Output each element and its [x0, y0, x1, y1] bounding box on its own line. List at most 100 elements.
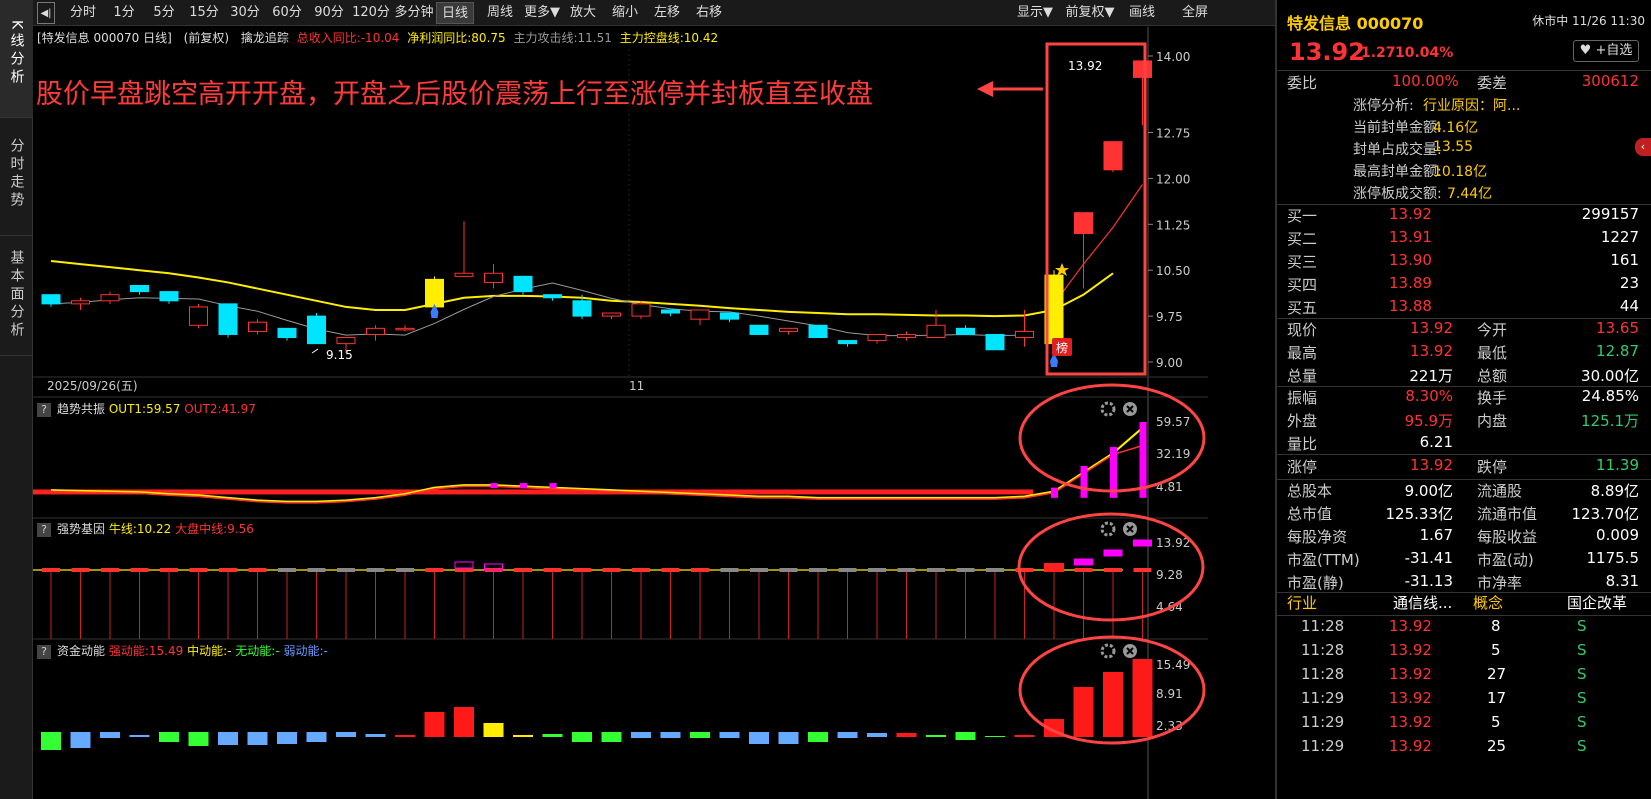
expand-panel-icon[interactable]: ‹ [1635, 138, 1651, 156]
p3-bar [926, 735, 946, 737]
p2-cap [71, 568, 90, 572]
tab-timeshare[interactable]: 分时走势 [0, 118, 33, 236]
candle [336, 337, 356, 345]
axis-label: 14.00 [1156, 50, 1190, 64]
p3-bar [159, 732, 179, 742]
p3-bar [1073, 687, 1094, 737]
p2-cap [160, 568, 178, 572]
help-icon[interactable]: ? [37, 403, 51, 417]
toolbar-btn-9[interactable]: 日线 [436, 2, 474, 24]
p2-mark [1133, 539, 1152, 547]
stat-label: 外盘 [1287, 412, 1318, 430]
industry-cell[interactable]: 国企改革 [1567, 592, 1627, 613]
limit-up-value: 行业原因：阿... [1423, 98, 1521, 114]
stat-value: -31.13 [1404, 572, 1453, 590]
candle [425, 278, 444, 308]
toolbar-btn-7[interactable]: 120分 [351, 2, 391, 24]
panel2-market: 大盘中线:9.56 [175, 522, 254, 536]
toolbar-right-btn-1[interactable]: 前复权▼ [1063, 2, 1117, 24]
panel3-name[interactable]: 资金动能 [57, 644, 105, 658]
stat-label: 最高 [1287, 344, 1318, 362]
candle [867, 333, 887, 342]
candle [395, 327, 415, 331]
help-icon[interactable]: ? [37, 645, 51, 659]
p2-cap [42, 568, 60, 572]
tab-kline[interactable]: K线分析 [0, 0, 33, 118]
stat-label: 换手 [1477, 389, 1508, 407]
toolbar-right-btn-0[interactable]: 显示▼ [1011, 2, 1059, 24]
toolbar-btn-3[interactable]: 15分 [185, 2, 223, 24]
panel3-strong: 强动能:15.49 [108, 644, 184, 658]
panel-collapse-icon[interactable]: ◀| [37, 2, 55, 24]
p3-bar [513, 735, 533, 737]
p2-cap [219, 568, 237, 572]
weicha-label: 委差 [1477, 74, 1508, 92]
p2-cap [927, 568, 945, 572]
stat-label: 现价 [1287, 321, 1318, 339]
p3-bar [749, 732, 769, 744]
toolbar-right-btn-3[interactable]: 全屏 [1173, 2, 1217, 24]
toolbar-btn-10[interactable]: 周线 [480, 2, 520, 24]
limit-up-label: 涨停分析: [1353, 98, 1414, 114]
p1-bar [1051, 487, 1058, 498]
toolbar-btn-14[interactable]: 左移 [647, 2, 687, 24]
control-line: 主力控盘线:10.42 [619, 31, 719, 45]
tick-price: 13.92 [1389, 665, 1432, 683]
toolbar-right-btn-2[interactable]: 画线 [1118, 2, 1166, 24]
toolbar-btn-13[interactable]: 缩小 [605, 2, 645, 24]
toolbar-btn-4[interactable]: 30分 [225, 2, 265, 24]
panel1-name[interactable]: 趋势共振 [57, 402, 105, 416]
stat-label: 市盈(静) [1287, 574, 1344, 592]
help-icon[interactable]: ? [37, 523, 51, 537]
candle [779, 327, 798, 332]
toolbar-btn-12[interactable]: 放大 [563, 2, 603, 24]
toolbar-btn-2[interactable]: 5分 [145, 2, 183, 24]
stat-label: 内盘 [1477, 412, 1508, 430]
p2-axis-label: 9.28 [1156, 568, 1183, 582]
tick-volume: 5 [1491, 713, 1501, 731]
bid-price: 13.91 [1389, 228, 1432, 246]
indicator-name[interactable]: 擒龙追踪 [241, 31, 289, 45]
tick-time: 11:28 [1301, 617, 1345, 635]
stat-value: 11.39 [1596, 456, 1639, 474]
candle [248, 321, 267, 332]
limit-up-value: 10.18亿 [1433, 164, 1488, 180]
p3-bar [690, 732, 710, 738]
tick-side: S [1577, 665, 1587, 683]
candle [1074, 212, 1093, 234]
stat-label: 跌停 [1477, 458, 1508, 476]
tab-fundamental-label: 基本面分析 [8, 250, 25, 340]
candle [956, 327, 975, 335]
bid-label: 买三 [1287, 253, 1318, 271]
bid-volume: 1227 [1600, 228, 1639, 246]
panel3-none: 无动能:- [235, 644, 280, 658]
panel2-name[interactable]: 强势基因 [57, 522, 105, 536]
stat-value: 8.89亿 [1590, 482, 1639, 500]
tick-volume: 17 [1487, 689, 1507, 707]
toolbar-btn-11[interactable]: 更多▼ [523, 2, 561, 24]
p2-cap [750, 568, 768, 572]
tick-price: 13.92 [1389, 689, 1432, 707]
candle [366, 327, 385, 335]
p1-mark [520, 483, 527, 489]
panel3-weak: 弱动能:- [283, 644, 328, 658]
stat-label: 总市值 [1287, 505, 1333, 523]
toolbar-btn-5[interactable]: 60分 [267, 2, 307, 24]
stock-name: 特发信息 000070 [1287, 14, 1424, 33]
p3-bar [1103, 672, 1123, 737]
add-favorite-button[interactable]: ♥ +自选 [1573, 40, 1639, 62]
toolbar-btn-15[interactable]: 右移 [689, 2, 729, 24]
candle [543, 294, 562, 299]
toolbar-btn-1[interactable]: 1分 [105, 2, 143, 24]
candle [100, 294, 120, 302]
panel3-bar: ? 资金动能 强动能:15.49 中动能:- 无动能:- 弱动能:- [33, 640, 328, 662]
limit-up-value: 4.16亿 [1433, 120, 1479, 136]
stat-value: 12.87 [1596, 342, 1639, 360]
toolbar-btn-6[interactable]: 90分 [309, 2, 349, 24]
p3-bar [41, 732, 61, 750]
toolbar-btn-0[interactable]: 分时 [63, 2, 103, 24]
stock-title: [特发信息 000070 日线] [37, 31, 172, 45]
toolbar-btn-8[interactable]: 多分钟 [393, 2, 435, 24]
tab-fundamental[interactable]: 基本面分析 [0, 236, 33, 356]
industry-cell[interactable]: 通信线... [1393, 592, 1452, 613]
